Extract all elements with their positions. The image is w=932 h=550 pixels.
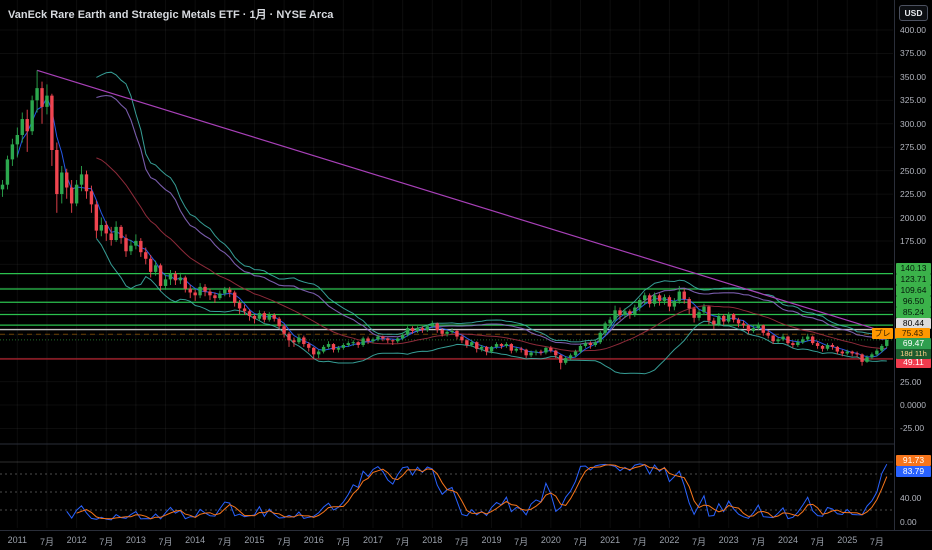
- currency-button[interactable]: USD: [899, 5, 928, 21]
- time-axis-year-label: 2025: [837, 535, 857, 545]
- time-axis-year-label: 2018: [422, 535, 442, 545]
- time-axis-july-label: 7月: [573, 535, 587, 548]
- time-axis-year-label: 2011: [8, 535, 27, 545]
- time-axis-year-label: 2017: [363, 535, 383, 545]
- time-axis-year-label: 2024: [778, 535, 798, 545]
- price-tick-label: 375.00: [900, 48, 926, 58]
- time-axis-year-label: 2015: [244, 535, 264, 545]
- time-axis-july-label: 7月: [277, 535, 291, 548]
- time-axis-july-label: 7月: [514, 535, 528, 548]
- current-price-badge: 69.4718d 11h: [896, 338, 931, 359]
- time-axis-july-label: 7月: [751, 535, 765, 548]
- descending-trendline: [37, 70, 882, 331]
- time-axis-july-label: 7月: [455, 535, 469, 548]
- indicator-value-badge: 83.79: [896, 466, 931, 477]
- price-level-badge: 140.13: [896, 263, 931, 274]
- time-axis-year-label: 2023: [719, 535, 739, 545]
- time-axis-july-label: 7月: [159, 535, 173, 548]
- premarket-label: プレ: [872, 328, 893, 339]
- time-axis-july-label: 7月: [99, 535, 113, 548]
- time-axis-july-label: 7月: [218, 535, 232, 548]
- time-axis-july-label: 7月: [336, 535, 350, 548]
- price-tick-label: 200.00: [900, 213, 926, 223]
- price-tick-label: 350.00: [900, 72, 926, 82]
- price-tick-label: 275.00: [900, 142, 926, 152]
- price-tick-label: 0.0000: [900, 400, 926, 410]
- indicator-value-badge: 91.73: [896, 455, 931, 466]
- indicator-tick-label: 40.00: [900, 493, 921, 503]
- chart-window: VanEck Rare Earth and Strategic Metals E…: [0, 0, 932, 550]
- time-axis-year-label: 2020: [541, 535, 561, 545]
- time-axis-july-label: 7月: [396, 535, 410, 548]
- current-price-value: 69.47: [896, 338, 931, 349]
- price-tick-label: 300.00: [900, 119, 926, 129]
- time-axis-year-label: 2022: [659, 535, 679, 545]
- indicator-tick-label: 0.00: [900, 517, 917, 527]
- price-level-badge: 109.64: [896, 285, 931, 296]
- price-tick-label: 25.00: [900, 377, 921, 387]
- price-tick-label: -25.00: [900, 423, 924, 433]
- price-axis[interactable]: USD 400.00 375.00 350.00 325.00 300.00 275.00…: [894, 0, 932, 530]
- chart-canvas[interactable]: [0, 0, 894, 530]
- price-level-badge: 96.50: [896, 296, 931, 307]
- price-tick-label: 225.00: [900, 189, 926, 199]
- fast-ma-line: [17, 98, 887, 358]
- bar-countdown: 18d 11h: [896, 349, 931, 359]
- time-axis-year-label: 2021: [600, 535, 620, 545]
- time-axis-year-label: 2016: [304, 535, 324, 545]
- symbol-title[interactable]: VanEck Rare Earth and Strategic Metals E…: [8, 6, 333, 22]
- time-axis-year-label: 2014: [185, 535, 205, 545]
- price-tick-label: 400.00: [900, 25, 926, 35]
- time-axis-july-label: 7月: [811, 535, 825, 548]
- time-axis-july-label: 7月: [870, 535, 884, 548]
- time-axis-year-label: 2012: [67, 535, 87, 545]
- time-axis-july-label: 7月: [40, 535, 54, 548]
- price-tick-label: 250.00: [900, 166, 926, 176]
- time-axis[interactable]: 2011 7月 2012 7月 2013 7月 2014 7月 2015 7月 2016 7月 2017…: [0, 530, 932, 550]
- price-tick-label: 325.00: [900, 95, 926, 105]
- price-level-badge: 123.71: [896, 274, 931, 285]
- time-axis-year-label: 2019: [482, 535, 502, 545]
- time-axis-july-label: 7月: [633, 535, 647, 548]
- price-tick-label: 175.00: [900, 236, 926, 246]
- price-level-badge: 85.24: [896, 307, 931, 318]
- time-axis-year-label: 2013: [126, 535, 146, 545]
- time-axis-july-label: 7月: [692, 535, 706, 548]
- grid: [0, 0, 893, 528]
